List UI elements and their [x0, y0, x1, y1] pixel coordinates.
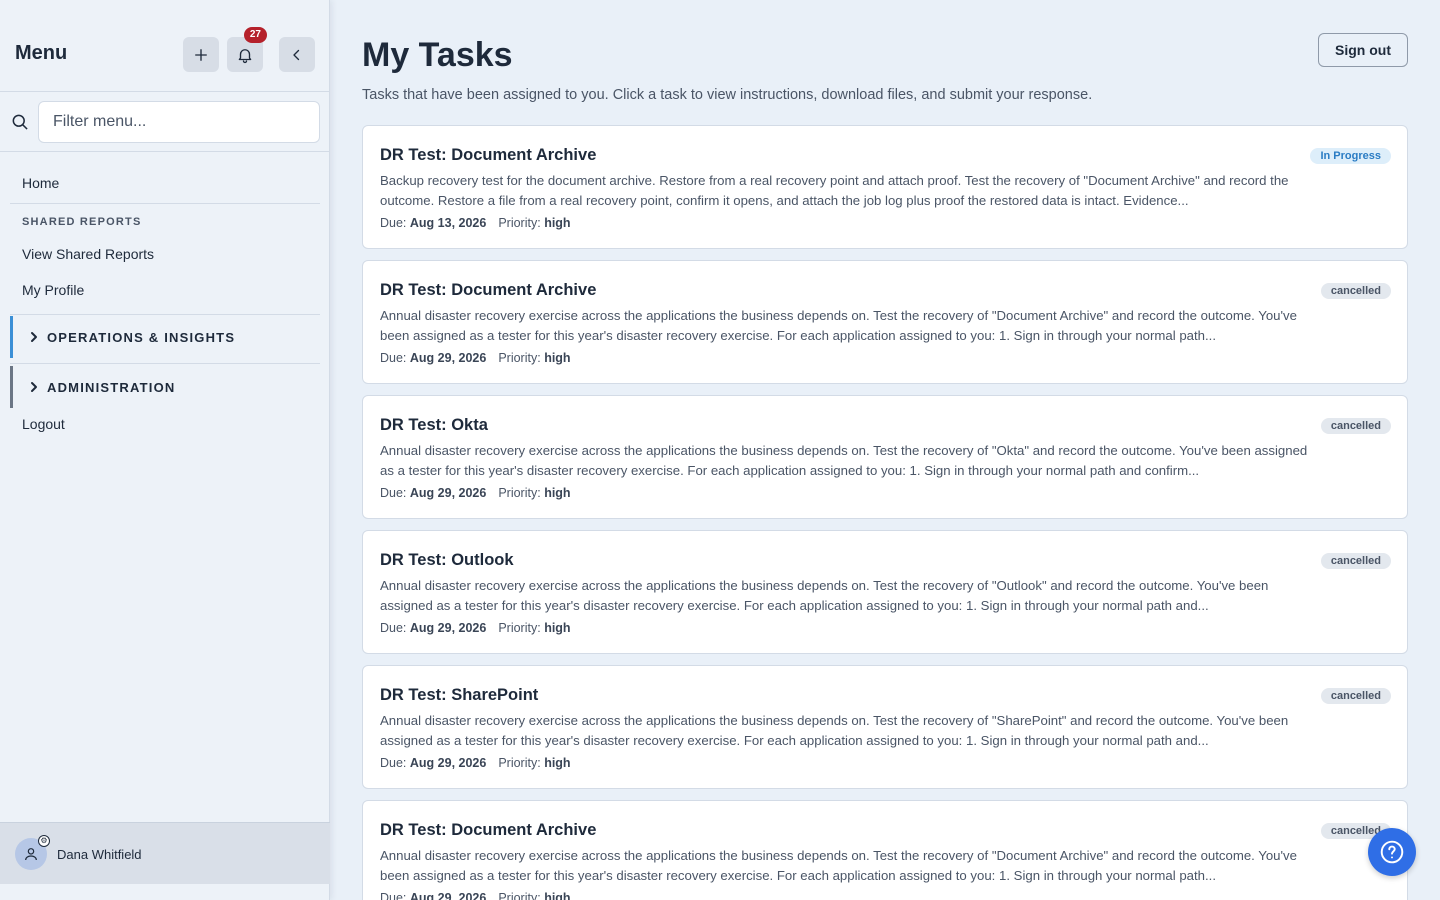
- task-card[interactable]: DR Test: Okta cancelled Annual disaster …: [362, 395, 1408, 519]
- chevron-left-icon: [293, 49, 300, 60]
- user-footer[interactable]: ⚙ Dana Whitfield: [0, 822, 330, 884]
- due-label: Due:: [380, 351, 407, 365]
- status-badge: cancelled: [1320, 283, 1391, 299]
- due-label: Due:: [380, 621, 407, 635]
- nav-divider: [10, 203, 320, 204]
- task-title: DR Test: SharePoint: [380, 686, 539, 704]
- page-title: My Tasks: [362, 36, 513, 74]
- nav-divider: [10, 314, 320, 315]
- priority-label: Priority:: [498, 756, 541, 770]
- priority-value: high: [544, 621, 571, 635]
- task-title: DR Test: Okta: [380, 416, 488, 434]
- main-content: My Tasks Tasks that have been assigned t…: [331, 0, 1440, 900]
- priority-value: high: [544, 216, 571, 230]
- due-date: Aug 29, 2026: [409, 486, 487, 500]
- task-card[interactable]: DR Test: Document Archive In Progress Ba…: [362, 125, 1408, 249]
- task-description: Annual disaster recovery exercise across…: [380, 443, 1308, 478]
- due-label: Due:: [380, 891, 407, 900]
- sidebar-item-home[interactable]: Home: [22, 175, 59, 191]
- due-date: Aug 29, 2026: [409, 621, 487, 635]
- notification-count-badge: 27: [243, 27, 267, 43]
- status-badge: cancelled: [1320, 553, 1391, 569]
- nav-divider: [10, 363, 320, 364]
- notifications-button[interactable]: 27: [227, 27, 267, 72]
- task-title: DR Test: Document Archive: [380, 821, 597, 839]
- task-card[interactable]: DR Test: Document Archive cancelled Annu…: [362, 260, 1408, 384]
- sidebar-group-administration[interactable]: ADMINISTRATION: [10, 366, 320, 408]
- add-button[interactable]: [183, 37, 219, 72]
- group-accent-bar: [10, 366, 13, 408]
- sidebar-item-view-shared-reports[interactable]: View Shared Reports: [22, 246, 154, 262]
- filter-row: [0, 92, 329, 152]
- task-description: Backup recovery test for the document ar…: [380, 173, 1289, 208]
- avatar: ⚙: [15, 835, 50, 870]
- priority-label: Priority:: [498, 486, 541, 500]
- task-card[interactable]: DR Test: Outlook cancelled Annual disast…: [362, 530, 1408, 654]
- group-accent-bar: [10, 316, 13, 358]
- search-icon: [10, 112, 30, 132]
- priority-value: high: [544, 756, 571, 770]
- task-meta: Due: Aug 29, 2026 Priority: high: [380, 621, 571, 635]
- chevron-right-icon: [28, 380, 40, 394]
- group-label: OPERATIONS & INSIGHTS: [47, 329, 236, 345]
- task-description: Annual disaster recovery exercise across…: [380, 308, 1297, 343]
- due-label: Due:: [380, 216, 407, 230]
- group-label: ADMINISTRATION: [47, 379, 176, 395]
- user-icon: [25, 848, 37, 861]
- task-title: DR Test: Document Archive: [380, 281, 597, 299]
- task-title: DR Test: Document Archive: [380, 146, 597, 164]
- priority-label: Priority:: [498, 216, 541, 230]
- priority-label: Priority:: [498, 891, 541, 900]
- task-description: Annual disaster recovery exercise across…: [380, 578, 1269, 613]
- due-date: Aug 29, 2026: [409, 351, 487, 365]
- sidebar-header: Menu 27: [0, 0, 329, 92]
- due-date: Aug 13, 2026: [409, 216, 487, 230]
- due-label: Due:: [380, 756, 407, 770]
- status-badge: cancelled: [1320, 688, 1391, 704]
- task-meta: Due: Aug 29, 2026 Priority: high: [380, 351, 571, 365]
- page-subtitle: Tasks that have been assigned to you. Cl…: [362, 87, 1093, 103]
- sidebar-title: Menu: [15, 42, 68, 64]
- priority-value: high: [544, 351, 571, 365]
- task-title: DR Test: Outlook: [380, 551, 514, 569]
- task-card[interactable]: DR Test: Document Archive cancelled Annu…: [362, 800, 1408, 900]
- priority-value: high: [544, 891, 571, 900]
- gear-icon: ⚙: [38, 835, 50, 847]
- status-badge: In Progress: [1310, 148, 1391, 164]
- task-description: Annual disaster recovery exercise across…: [380, 713, 1289, 748]
- due-label: Due:: [380, 486, 407, 500]
- task-meta: Due: Aug 29, 2026 Priority: high: [380, 756, 571, 770]
- task-meta: Due: Aug 29, 2026 Priority: high: [380, 891, 571, 900]
- task-description: Annual disaster recovery exercise across…: [380, 848, 1297, 883]
- sign-out-button[interactable]: Sign out: [1318, 33, 1408, 67]
- priority-value: high: [544, 486, 571, 500]
- filter-menu-input[interactable]: [38, 101, 320, 143]
- sidebar-item-my-profile[interactable]: My Profile: [22, 282, 84, 298]
- sidebar-group-operations-insights[interactable]: OPERATIONS & INSIGHTS: [10, 316, 320, 358]
- section-label-shared-reports: SHARED REPORTS: [22, 216, 142, 228]
- status-badge: cancelled: [1320, 418, 1391, 434]
- help-button[interactable]: [1368, 828, 1416, 876]
- task-card[interactable]: DR Test: SharePoint cancelled Annual dis…: [362, 665, 1408, 789]
- sidebar: Menu 27 Home SHARED REPORTS View Shared …: [0, 0, 330, 900]
- chevron-right-icon: [28, 330, 40, 344]
- due-date: Aug 29, 2026: [409, 891, 487, 900]
- user-name: Dana Whitfield: [57, 847, 142, 862]
- bell-icon: [238, 48, 252, 63]
- priority-label: Priority:: [498, 351, 541, 365]
- due-date: Aug 29, 2026: [409, 756, 487, 770]
- sidebar-item-logout[interactable]: Logout: [22, 416, 65, 432]
- priority-label: Priority:: [498, 621, 541, 635]
- task-meta: Due: Aug 13, 2026 Priority: high: [380, 216, 571, 230]
- task-meta: Due: Aug 29, 2026 Priority: high: [380, 486, 571, 500]
- question-circle-icon: [1380, 840, 1404, 864]
- collapse-sidebar-button[interactable]: [279, 37, 315, 72]
- plus-icon: [195, 48, 207, 61]
